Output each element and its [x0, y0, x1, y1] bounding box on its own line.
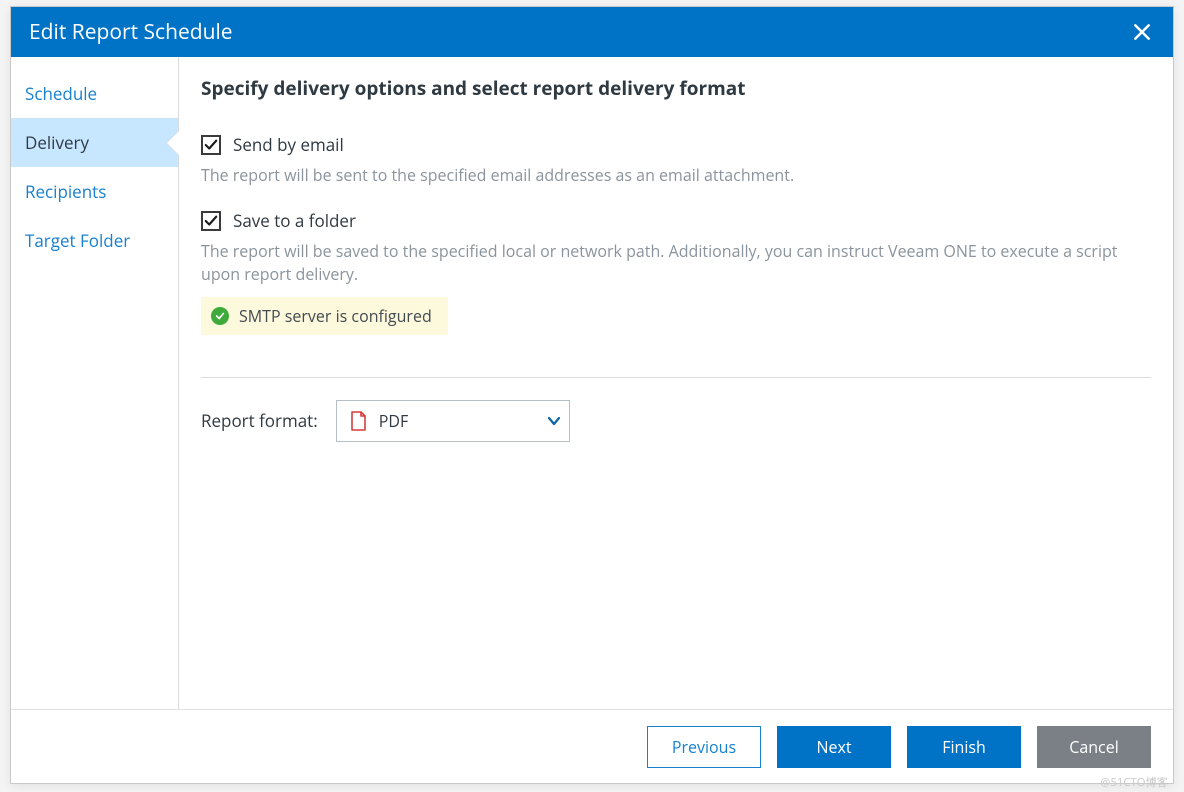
button-label: Finish — [942, 736, 986, 758]
option-save-folder: Save to a folder The report will be save… — [201, 209, 1151, 334]
check-icon — [204, 214, 218, 228]
close-icon — [1132, 22, 1152, 42]
dialog-footer: Previous Next Finish Cancel — [11, 709, 1173, 783]
option-description: The report will be saved to the specifie… — [201, 240, 1151, 286]
button-label: Next — [816, 736, 851, 758]
select-value: PDF — [379, 410, 547, 432]
dialog-edit-report-schedule: Edit Report Schedule Schedule Delivery R… — [10, 6, 1174, 784]
option-label: Save to a folder — [233, 209, 356, 232]
sidebar-item-target-folder[interactable]: Target Folder — [11, 216, 178, 265]
pdf-icon — [349, 411, 367, 431]
option-send-email: Send by email The report will be sent to… — [201, 133, 1151, 187]
dialog-title: Edit Report Schedule — [29, 18, 1125, 46]
button-label: Previous — [672, 736, 736, 758]
sidebar-item-recipients[interactable]: Recipients — [11, 167, 178, 216]
dialog-body: Schedule Delivery Recipients Target Fold… — [11, 57, 1173, 709]
sidebar-item-label: Schedule — [25, 82, 97, 105]
wizard-sidebar: Schedule Delivery Recipients Target Fold… — [11, 57, 179, 709]
divider — [201, 377, 1151, 378]
status-text: SMTP server is configured — [239, 305, 432, 327]
previous-button[interactable]: Previous — [647, 726, 761, 768]
button-label: Cancel — [1069, 736, 1118, 758]
option-label: Send by email — [233, 133, 344, 156]
sidebar-item-label: Recipients — [25, 180, 106, 203]
checkbox-save-folder[interactable] — [201, 211, 221, 231]
report-format-select[interactable]: PDF — [336, 400, 570, 442]
option-description: The report will be sent to the specified… — [201, 164, 1151, 187]
finish-button[interactable]: Finish — [907, 726, 1021, 768]
sidebar-item-label: Delivery — [25, 131, 89, 154]
sidebar-item-delivery[interactable]: Delivery — [11, 118, 178, 167]
sidebar-item-schedule[interactable]: Schedule — [11, 69, 178, 118]
checkbox-send-email[interactable] — [201, 135, 221, 155]
smtp-status-chip: SMTP server is configured — [201, 297, 448, 335]
success-icon — [211, 307, 229, 325]
check-icon — [204, 138, 218, 152]
close-button[interactable] — [1125, 15, 1159, 49]
main-panel: Specify delivery options and select repo… — [179, 57, 1173, 709]
titlebar: Edit Report Schedule — [11, 7, 1173, 57]
sidebar-item-label: Target Folder — [25, 229, 130, 252]
chevron-down-icon — [547, 414, 561, 428]
page-heading: Specify delivery options and select repo… — [201, 75, 1151, 101]
next-button[interactable]: Next — [777, 726, 891, 768]
report-format-row: Report format: PDF — [201, 400, 1151, 442]
report-format-label: Report format: — [201, 409, 318, 432]
cancel-button[interactable]: Cancel — [1037, 726, 1151, 768]
